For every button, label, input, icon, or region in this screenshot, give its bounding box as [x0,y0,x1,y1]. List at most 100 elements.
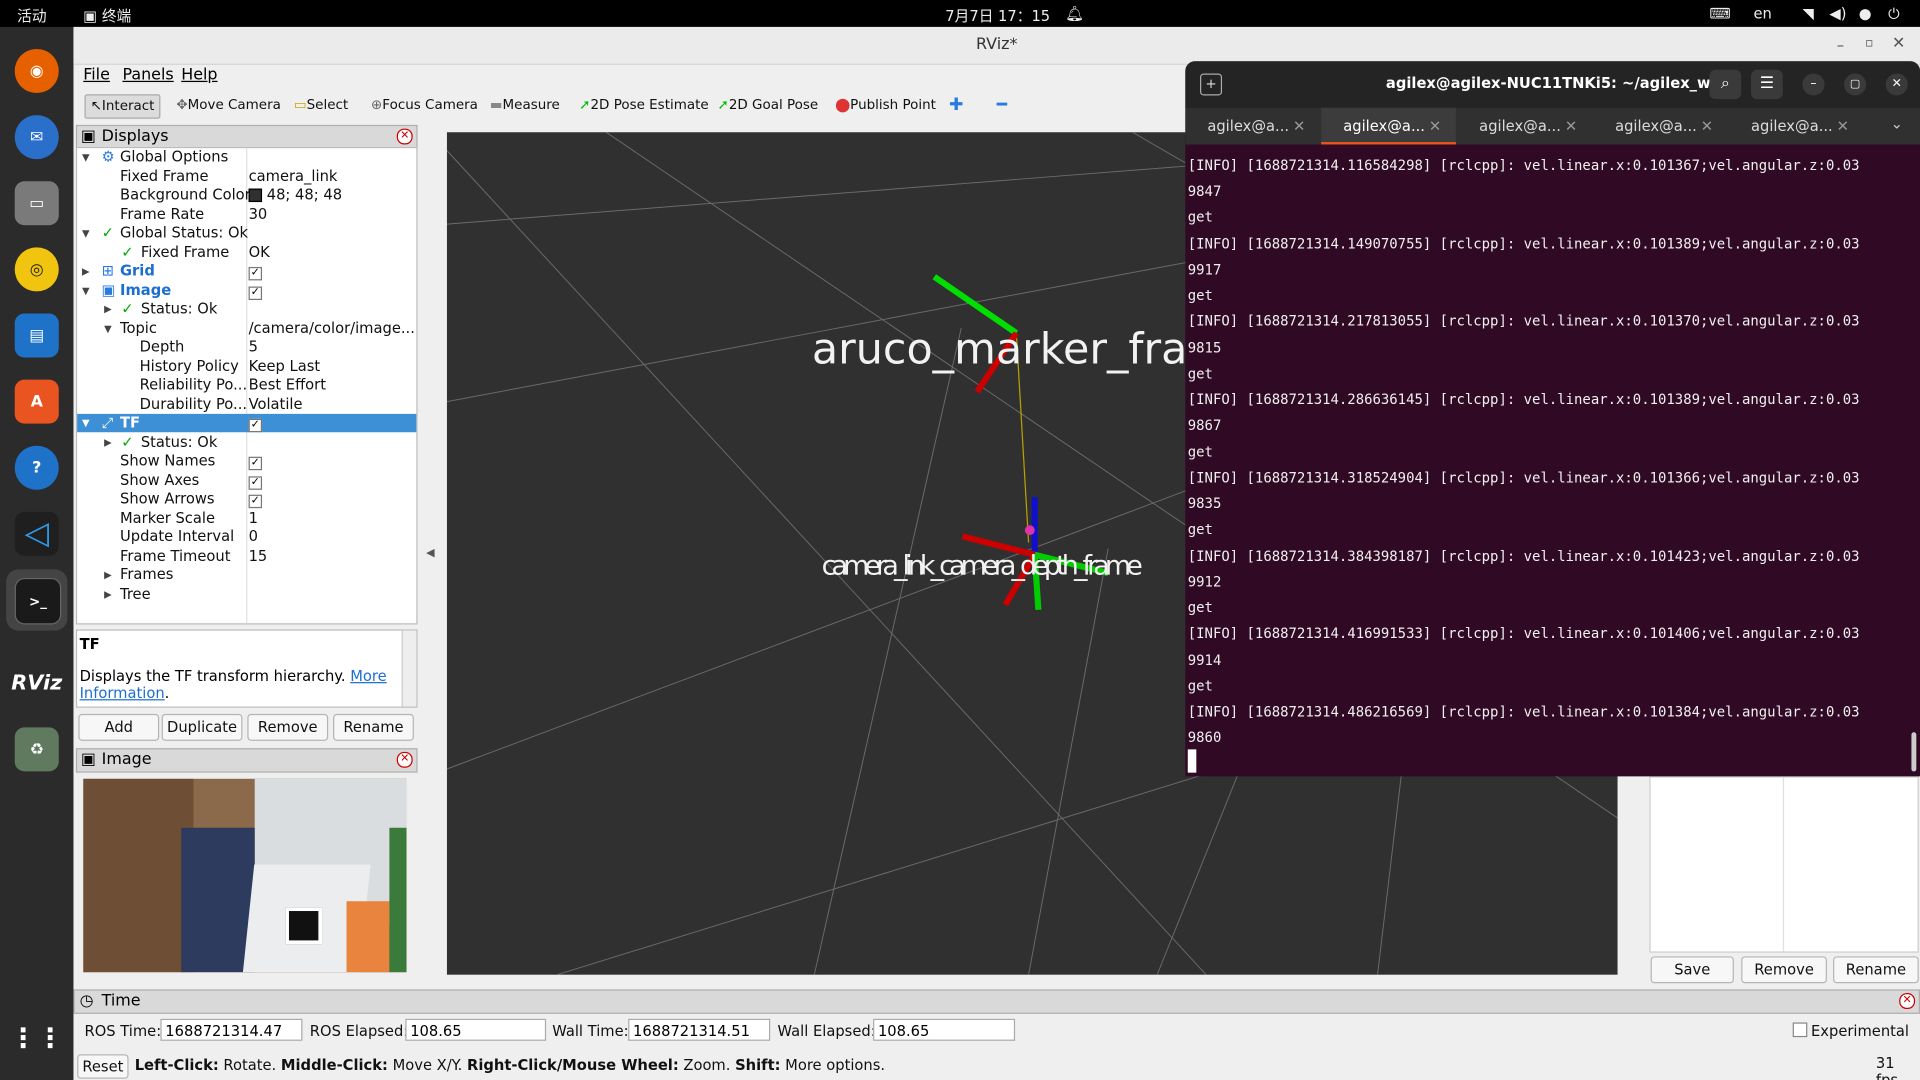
minimize-icon[interactable]: – [1802,73,1825,96]
tree-row-tree[interactable]: ▶ Tree [77,585,416,603]
interact-tool[interactable]: ↖Interact [84,94,161,119]
tree-row-frames[interactable]: ▶ Frames [77,566,416,584]
splitter-arrow-icon[interactable]: ◀ [426,547,434,559]
menu-panels[interactable]: Panels [122,66,173,84]
tree-row-reliability[interactable]: Reliability Po... Best Effort [77,376,416,394]
select-tool[interactable]: ▭Select [289,94,353,116]
menu-file[interactable]: File [83,66,110,84]
tabs-dropdown-icon[interactable]: ⌄ [1891,115,1903,132]
power-icon[interactable]: ⏻ [1888,5,1900,23]
pose-estimate-tool[interactable]: ➚2D Pose Estimate [574,94,713,116]
terminal-output[interactable]: [INFO] [1688721314.116584298] [rclcpp]: … [1185,147,1920,776]
menu-help[interactable]: Help [181,66,217,84]
rviz-icon[interactable]: RViz [11,661,62,705]
wall-time-field[interactable]: 1688721314.51 [628,1018,771,1041]
show-arrows-checkbox[interactable]: ✓ [248,494,263,509]
tree-value[interactable]: camera_link [249,167,338,185]
grid-enabled-checkbox[interactable]: ✓ [248,266,263,281]
activities-button[interactable]: 活动 [17,5,46,26]
more-info-link[interactable]: More [350,667,386,684]
tree-row-fixed-frame[interactable]: Fixed Frame camera_link [77,167,416,185]
tree-row-image-status[interactable]: ▶ ✓ Status: Ok [77,300,416,318]
software-center-icon[interactable]: A [14,379,59,424]
tree-value[interactable]: 15 [249,547,268,565]
tree-value[interactable]: 30 [249,205,268,223]
close-icon[interactable]: ✕ [396,128,413,145]
terminal-app-indicator[interactable]: ▣ 终端 [83,5,131,26]
terminal-tab[interactable]: agilex@a... ✕ [1185,108,1320,145]
close-icon[interactable]: ✕ [1885,73,1908,96]
terminal-tab-active[interactable]: agilex@a... ✕ [1321,107,1456,145]
focus-camera-tool[interactable]: ⊕Focus Camera [366,94,483,116]
close-icon[interactable]: ✕ [1899,993,1916,1009]
tree-row-image[interactable]: ▼ ▣ Image ✓ [77,281,416,300]
terminal-tab[interactable]: agilex@a... ✕ [1729,108,1864,145]
remove-button[interactable]: Remove [247,713,329,741]
show-axes-checkbox[interactable]: ✓ [248,475,263,490]
experimental-checkbox[interactable] [1792,1022,1808,1038]
save-button[interactable]: Save [1650,956,1734,984]
tab-close-icon[interactable]: ✕ [1565,108,1577,145]
add-button[interactable]: Add [78,713,160,741]
tree-row-depth[interactable]: Depth 5 [77,338,416,356]
measure-tool[interactable]: ▬Measure [485,94,565,116]
files-icon[interactable]: ▭ [14,181,59,226]
tree-row-show-names[interactable]: Show Names ✓ [77,452,416,471]
rhythmbox-icon[interactable]: ◎ [14,247,59,292]
tree-value[interactable]: /camera/color/image... [249,319,415,337]
remove-tool-icon[interactable]: ━ [992,94,1012,116]
tf-enabled-checkbox[interactable]: ✓ [248,418,263,433]
writer-icon[interactable]: ▤ [14,313,59,358]
search-icon[interactable]: ⌕ [1709,69,1742,100]
rename-button[interactable]: Rename [333,713,414,741]
tab-close-icon[interactable]: ✕ [1701,108,1713,145]
microphone-icon[interactable]: ● [1859,5,1872,22]
minimize-icon[interactable]: – [1837,37,1844,54]
tree-value[interactable]: 5 [249,338,258,356]
close-icon[interactable]: ✕ [1892,34,1905,52]
views-rename-button[interactable]: Rename [1833,956,1919,984]
terminal-tab[interactable]: agilex@a... ✕ [1593,108,1728,145]
tree-row-update-interval[interactable]: Update Interval 0 [77,528,416,546]
tree-value[interactable]: 0 [249,528,258,546]
tree-row-grid[interactable]: ▶ ⊞ Grid ✓ [77,262,416,281]
maximize-icon[interactable]: ▢ [1844,73,1867,96]
terminal-tab[interactable]: agilex@a... ✕ [1457,108,1592,145]
tree-row-show-arrows[interactable]: Show Arrows ✓ [77,490,416,509]
description-scrollbar[interactable] [401,630,417,707]
clock[interactable]: 7月7日 17：15 [945,5,1050,26]
terminal-icon[interactable]: >_ [14,577,62,625]
tree-value[interactable]: 1 [249,509,258,527]
tree-row-history-policy[interactable]: History Policy Keep Last [77,357,416,375]
tree-row-durability[interactable]: Durability Po... Volatile [77,395,416,413]
tree-row-topic[interactable]: ▼ Topic/camera/color/image... [77,319,416,337]
maximize-icon[interactable]: ▫ [1865,37,1873,50]
tab-close-icon[interactable]: ✕ [1293,108,1305,145]
tree-row-tf[interactable]: ▼ ⤢ TF ✓ [77,413,417,433]
duplicate-button[interactable]: Duplicate [161,713,243,741]
help-icon[interactable]: ? [14,445,59,490]
show-apps-icon[interactable]: ⋮⋮ [10,1016,64,1060]
thunderbird-icon[interactable]: ✉ [14,115,59,160]
tree-value[interactable]: Best Effort [249,376,326,394]
more-info-link-2[interactable]: Information [80,684,165,701]
tree-row-frame-timeout[interactable]: Frame Timeout 15 [77,547,416,565]
image-enabled-checkbox[interactable]: ✓ [248,285,263,300]
move-camera-tool[interactable]: ✥Move Camera [171,94,285,116]
views-remove-button[interactable]: Remove [1741,956,1827,984]
tree-row-marker-scale[interactable]: Marker Scale 1 [77,509,416,527]
show-names-checkbox[interactable]: ✓ [248,456,263,471]
tree-row-show-axes[interactable]: Show Axes ✓ [77,471,416,490]
ros-elapsed-field[interactable]: 108.65 [405,1018,547,1041]
tree-row-global-options[interactable]: ▼ ⚙ Global Options [77,148,416,166]
tree-row-global-status[interactable]: ▼ ✓ Global Status: Ok [77,224,416,242]
tree-value[interactable]: Keep Last [249,357,321,375]
firefox-icon[interactable]: ◉ [14,48,59,94]
hamburger-menu-icon[interactable]: ☰ [1751,69,1783,100]
trash-icon[interactable]: ♻ [14,727,59,772]
color-value[interactable]: 48; 48; 48 [248,186,342,204]
tree-row-tf-status[interactable]: ▶ ✓ Status: Ok [77,433,416,451]
ros-time-field[interactable]: 1688721314.47 [160,1018,303,1041]
wall-elapsed-field[interactable]: 108.65 [873,1018,1016,1041]
add-tool-icon[interactable]: ✚ [944,94,968,116]
